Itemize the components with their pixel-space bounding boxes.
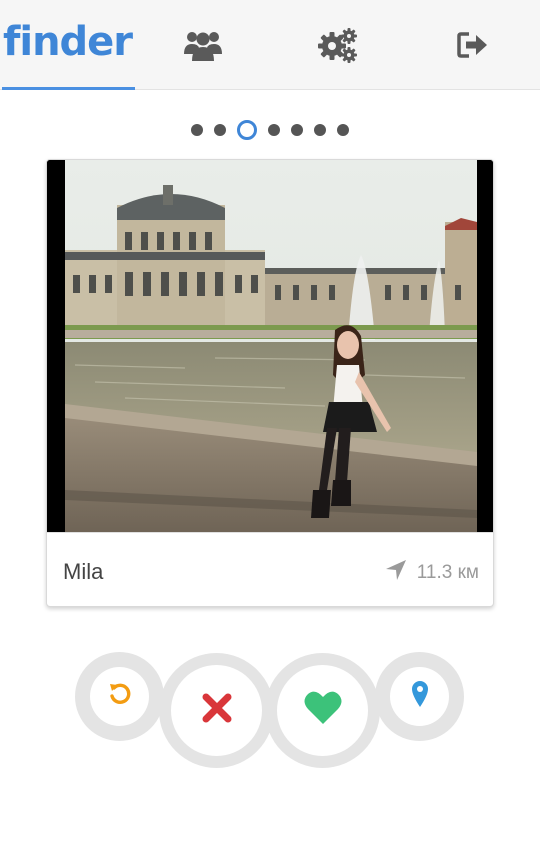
distance-value: 11.3 км [416, 562, 479, 583]
page-dot-active[interactable] [237, 120, 257, 140]
finder-logo: finder [2, 19, 133, 65]
pagination-dots [0, 120, 540, 140]
settings-gears-icon [317, 27, 358, 63]
undo-icon [107, 681, 133, 712]
heart-icon [303, 690, 343, 731]
profile-card-footer: Mila 11.3 км [47, 532, 493, 606]
close-x-icon [201, 692, 233, 729]
tab-users[interactable] [135, 0, 270, 90]
page-dot[interactable] [291, 124, 303, 136]
profile-photo[interactable] [47, 160, 493, 532]
navigation-arrow-icon [385, 559, 407, 587]
tab-settings[interactable] [270, 0, 405, 90]
page-dot[interactable] [314, 124, 326, 136]
page-dot[interactable] [191, 124, 203, 136]
users-icon [183, 28, 223, 62]
tab-logout[interactable] [405, 0, 540, 90]
map-pin-icon [410, 680, 430, 713]
profile-name: Mila [63, 559, 104, 584]
location-button[interactable] [375, 652, 464, 741]
page-dot[interactable] [337, 124, 349, 136]
profile-card[interactable]: Mila 11.3 км [46, 159, 494, 607]
profile-photo-image [47, 160, 493, 532]
dislike-button[interactable] [159, 653, 274, 768]
profile-distance: 11.3 км [385, 559, 479, 587]
tab-finder[interactable]: finder [0, 0, 135, 90]
page-dot[interactable] [268, 124, 280, 136]
like-button[interactable] [265, 653, 380, 768]
logout-icon [456, 32, 489, 58]
page-dot[interactable] [214, 124, 226, 136]
top-navigation-bar: finder [0, 0, 540, 90]
undo-button[interactable] [75, 652, 164, 741]
